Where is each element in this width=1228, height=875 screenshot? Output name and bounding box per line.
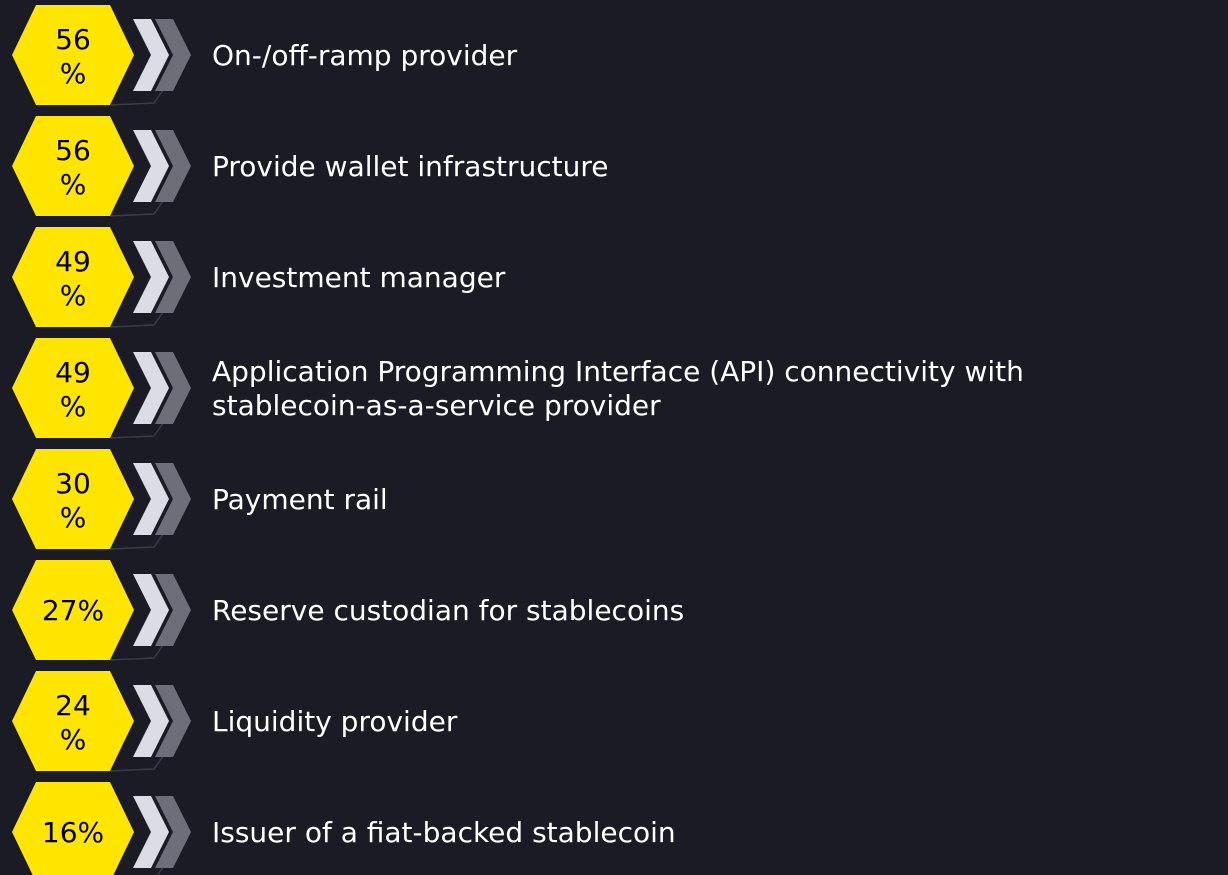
value-label: 56% bbox=[55, 23, 91, 90]
category-label: Provide wallet infrastructure bbox=[212, 150, 609, 183]
chart-svg: 56 % On-/off-ramp provider 56 % Provide walle… bbox=[12, 5, 1024, 875]
category-label: Application Programming Interface (API) … bbox=[212, 355, 1024, 422]
category-label: On-/off-ramp provider bbox=[212, 39, 518, 72]
value-label: 27% bbox=[42, 594, 104, 627]
value-label: 16% bbox=[42, 816, 104, 849]
value-label: 24% bbox=[55, 689, 91, 756]
list-item: 24 % Liquidity provider bbox=[12, 671, 458, 772]
list-item: 16% Issuer of a fiat-backed stablecoin bbox=[12, 782, 676, 875]
category-label: Liquidity provider bbox=[212, 705, 458, 738]
value-label: 56% bbox=[55, 134, 91, 201]
category-label: Reserve custodian for stablecoins bbox=[212, 594, 684, 627]
category-label: Investment manager bbox=[212, 261, 506, 294]
category-label: Issuer of a fiat-backed stablecoin bbox=[212, 816, 676, 849]
list-item: 49 % Application Programming Interface (AP… bbox=[12, 338, 1024, 439]
value-label: 49% bbox=[55, 356, 91, 423]
value-label: 49% bbox=[55, 245, 91, 312]
list-item: 27% Reserve custodian for stablecoins bbox=[12, 560, 684, 661]
list-item: 56 % On-/off-ramp provider bbox=[12, 5, 518, 106]
list-item: 56 % Provide wallet infrastructure bbox=[12, 116, 609, 217]
category-label: Payment rail bbox=[212, 483, 388, 516]
chart-rows: 56 % On-/off-ramp provider 56 % Provide walle… bbox=[12, 5, 1024, 875]
list-item: 30 % Payment rail bbox=[12, 449, 388, 550]
value-label: 30% bbox=[55, 467, 91, 534]
list-item: 49 % Investment manager bbox=[12, 227, 506, 328]
